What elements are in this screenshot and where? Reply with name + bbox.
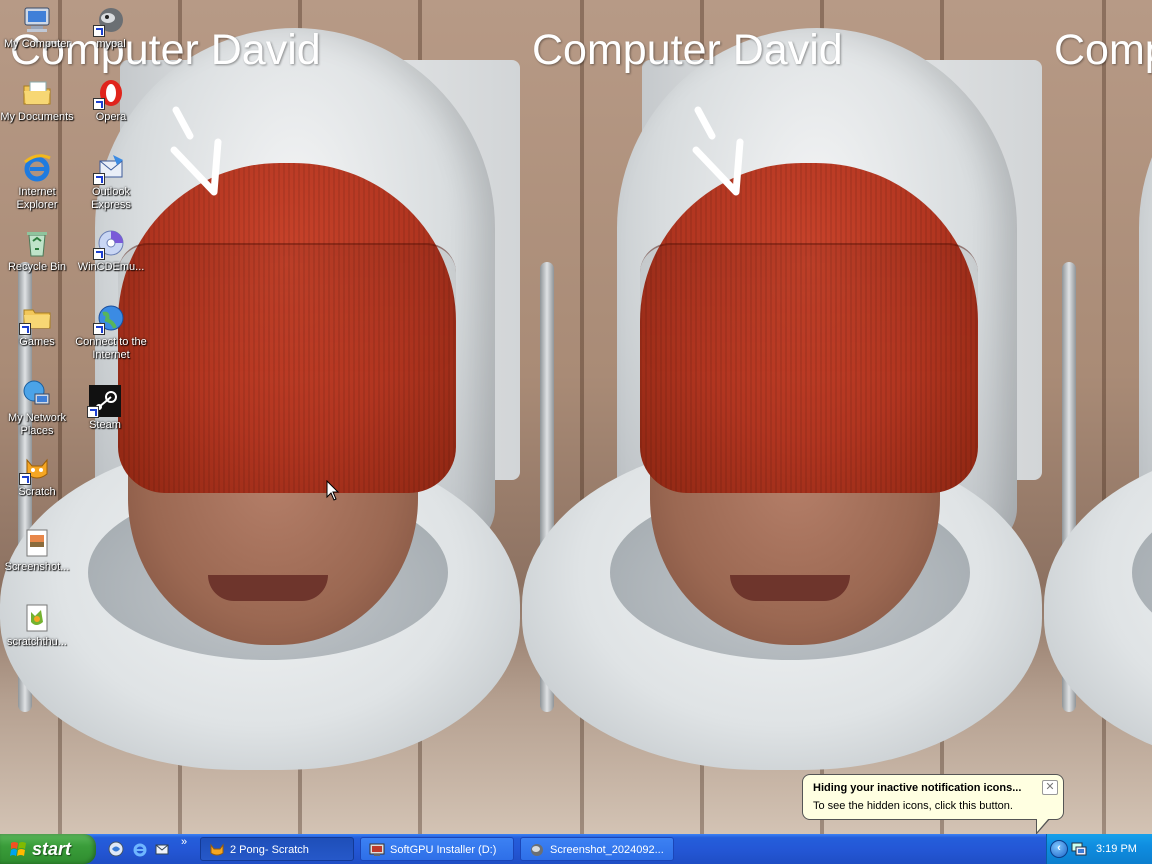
balloon-title: Hiding your inactive notification icons.… xyxy=(813,782,1022,794)
outlook-express-icon[interactable] xyxy=(154,841,170,857)
recycle-bin-icon xyxy=(21,227,53,259)
task-button-softgpu-installer[interactable]: SoftGPU Installer (D:) xyxy=(360,837,514,861)
wallpaper-tile: Computer David xyxy=(1044,0,1152,834)
desktop-icon-label: WinCDEmu... xyxy=(77,261,145,273)
wincdemu-icon xyxy=(93,227,127,260)
wallpaper-tile: Computer David xyxy=(522,0,1044,834)
desktop-icon-internet-explorer[interactable]: Internet Explorer xyxy=(0,152,74,212)
scratch-cat-icon xyxy=(209,842,225,858)
desktop-icon-label: Recycle Bin xyxy=(7,261,67,273)
taskbar: start » 2 Pong- Scratch SoftGPU Installe… xyxy=(0,834,1152,864)
balloon-tail-fill xyxy=(1037,818,1049,832)
desktop-icon-steam[interactable]: Steam xyxy=(68,385,142,432)
start-label: start xyxy=(32,839,72,859)
close-icon[interactable]: ✕ xyxy=(1042,780,1058,795)
wallpaper-caption: Computer David xyxy=(532,26,843,74)
desktop-icon-label: Steam xyxy=(89,419,121,431)
desktop-icon-connect-internet[interactable]: Connect to the Internet xyxy=(74,302,148,362)
network-places-icon xyxy=(21,378,53,410)
desktop-wallpaper: Computer David Computer David Computer D… xyxy=(0,0,1152,834)
notification-balloon[interactable]: Hiding your inactive notification icons.… xyxy=(802,774,1064,820)
desktop-icon-scratch[interactable]: Scratch xyxy=(0,452,74,499)
wallpaper-red-beanie xyxy=(118,163,456,493)
installer-icon xyxy=(369,842,385,858)
arrow-doodle-icon xyxy=(170,106,222,196)
image-viewer-icon xyxy=(529,842,545,858)
wallpaper-red-beanie xyxy=(640,163,978,493)
task-label: 2 Pong- Scratch xyxy=(230,844,309,856)
scratch-thumbnail-icon xyxy=(21,602,53,634)
internet-explorer-icon[interactable] xyxy=(132,841,148,857)
desktop-icon-screenshot-file[interactable]: Screenshot... xyxy=(0,527,74,574)
network-status-icon[interactable] xyxy=(1071,841,1087,857)
balloon-text: To see the hidden icons, click this butt… xyxy=(813,800,1013,812)
desktop-icon-label: mypal xyxy=(96,38,126,50)
my-computer-icon xyxy=(21,4,53,36)
desktop-icon-network-places[interactable]: My Network Places xyxy=(0,378,74,438)
desktop-icon-games[interactable]: Games xyxy=(0,302,74,349)
my-documents-icon xyxy=(21,77,53,109)
desktop-icon-label: Opera xyxy=(95,111,127,123)
desktop-icon-recycle-bin[interactable]: Recycle Bin xyxy=(0,227,74,274)
mouse-pointer-icon xyxy=(326,480,340,501)
desktop-icon-label: Scratch xyxy=(18,486,56,498)
start-button[interactable]: start xyxy=(0,834,96,864)
desktop-icon-label: Internet Explorer xyxy=(16,186,58,211)
quick-launch-more-icon[interactable]: » xyxy=(181,836,187,848)
steam-icon xyxy=(87,385,121,418)
show-desktop-icon[interactable] xyxy=(108,841,124,857)
desktop-icon-my-documents[interactable]: My Documents xyxy=(0,77,74,124)
clock[interactable]: 3:19 PM xyxy=(1096,834,1137,864)
desktop-icon-label: My Documents xyxy=(0,111,74,123)
opera-icon xyxy=(93,77,127,110)
scratch-cat-icon xyxy=(19,452,53,485)
desktop-icon-label: scratchthu... xyxy=(7,636,67,648)
desktop-icon-scratchthumb-file[interactable]: scratchthu... xyxy=(0,602,74,649)
desktop-icon-label: My Computer xyxy=(3,38,71,50)
mypal-browser-icon xyxy=(93,4,127,37)
connect-internet-icon xyxy=(93,302,127,335)
task-button-screenshot-viewer[interactable]: Screenshot_2024092... xyxy=(520,837,674,861)
outlook-express-icon xyxy=(93,152,127,185)
desktop-icon-outlook-express[interactable]: Outlook Express xyxy=(74,152,148,212)
task-label: SoftGPU Installer (D:) xyxy=(390,844,497,856)
task-button-scratch[interactable]: 2 Pong- Scratch xyxy=(200,837,354,861)
desktop-icon-label: Screenshot... xyxy=(4,561,70,573)
windows-logo-icon xyxy=(10,842,26,856)
arrow-doodle-icon xyxy=(692,106,744,196)
desktop-icon-label: Outlook Express xyxy=(91,186,131,211)
desktop-icon-label: My Network Places xyxy=(7,412,67,437)
desktop-icon-my-computer[interactable]: My Computer xyxy=(0,4,74,51)
internet-explorer-icon xyxy=(21,152,53,184)
desktop-icon-label: Games xyxy=(19,336,55,348)
system-tray: ‹ 3:19 PM xyxy=(1046,834,1152,864)
wallpaper-caption: Computer David xyxy=(1054,26,1152,74)
desktop-icon-wincdemu[interactable]: WinCDEmu... xyxy=(74,227,148,274)
show-hidden-icons-button[interactable]: ‹ xyxy=(1050,840,1068,858)
desktop-icon-opera[interactable]: Opera xyxy=(74,77,148,124)
desktop-icon-mypal[interactable]: mypal xyxy=(74,4,148,51)
folder-icon xyxy=(19,302,53,335)
image-file-icon xyxy=(21,527,53,559)
desktop-icon-label: Connect to the Internet xyxy=(75,336,147,361)
task-label: Screenshot_2024092... xyxy=(550,844,664,856)
